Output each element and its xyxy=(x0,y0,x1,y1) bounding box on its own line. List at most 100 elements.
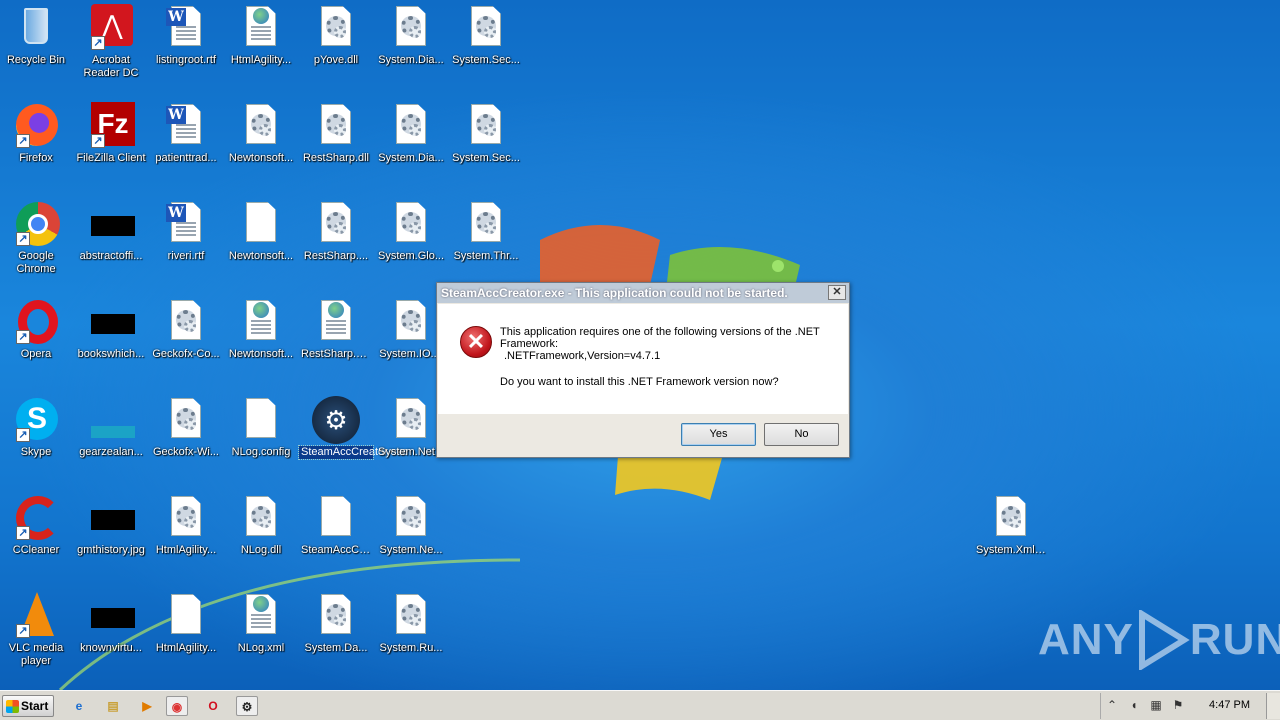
filezilla-image: Fz ↗ xyxy=(87,102,135,150)
desktop-icon-restsharp-dll[interactable]: RestSharp.dll xyxy=(299,102,373,165)
gear-image xyxy=(462,4,510,52)
desktop-icon-htmlagility[interactable]: HtmlAgility... xyxy=(149,494,223,557)
shortcut-arrow-icon: ↗ xyxy=(16,526,30,540)
icon-label: VLC media player xyxy=(8,642,64,667)
no-button[interactable]: No xyxy=(764,423,839,446)
gear-image xyxy=(237,494,285,542)
desktop-icon-acrobat-reader-dc[interactable]: ⋀ ↗ Acrobat Reader DC xyxy=(74,4,148,80)
desktop-icon-nlog-dll[interactable]: NLog.dll xyxy=(224,494,298,557)
icon-label: gearzealan... xyxy=(79,446,143,458)
desktop-icon-opera[interactable]: ↗ Opera xyxy=(0,298,73,361)
media-player-icon[interactable]: ▶ xyxy=(136,696,158,716)
desktop-icon-listingroot-rtf[interactable]: Wlistingroot.rtf xyxy=(149,4,223,67)
ie-icon[interactable]: e xyxy=(68,696,90,716)
gear-image xyxy=(387,494,435,542)
desktop-icon-pyove-dll[interactable]: pYove.dll xyxy=(299,4,373,67)
desktop-icon-newtonsoft[interactable]: Newtonsoft... xyxy=(224,102,298,165)
yes-button[interactable]: Yes xyxy=(681,423,756,446)
icon-label: Firefox xyxy=(19,152,53,164)
desktop-icon-system-da[interactable]: System.Da... xyxy=(299,592,373,655)
desktop-icon-knownvirtu[interactable]: knownvirtu... xyxy=(74,592,148,655)
desktop-icon-google-chrome[interactable]: ↗ Google Chrome xyxy=(0,200,73,276)
desktop-icon-system-xml[interactable]: System.Xml.... xyxy=(974,494,1048,557)
tray-expand-icon[interactable]: ⌃ xyxy=(1105,697,1119,713)
desktop-icon-system-ne[interactable]: System.Ne... xyxy=(374,494,448,557)
file-icon xyxy=(246,202,276,242)
desktop-icon-restsharp[interactable]: RestSharp.... xyxy=(299,200,373,263)
desktop-icon-skype[interactable]: S ↗ Skype xyxy=(0,396,73,459)
desktop-icon-newtonsoft[interactable]: Newtonsoft... xyxy=(224,200,298,263)
gear-image xyxy=(987,494,1035,542)
desktop-icon-steamacccr[interactable]: SteamAccCr... xyxy=(299,494,373,557)
gear-image xyxy=(312,102,360,150)
network-icon[interactable]: ▦ xyxy=(1149,697,1163,713)
steam-icon[interactable]: ⚙ xyxy=(236,696,258,716)
desktop-icon-geckofx-wi[interactable]: Geckofx-Wi... xyxy=(149,396,223,459)
desktop-icon-geckofx-co[interactable]: Geckofx-Co... xyxy=(149,298,223,361)
desktop-icon-patienttrad[interactable]: Wpatienttrad... xyxy=(149,102,223,165)
desktop-icon-htmlagility[interactable]: HtmlAgility... xyxy=(149,592,223,655)
desktop-icon-system-sec[interactable]: System.Sec... xyxy=(449,102,523,165)
icon-label: System.Glo... xyxy=(377,250,445,262)
desktop-icon-abstractoffi[interactable]: abstractoffi... xyxy=(74,200,148,263)
icon-label: System.Ru... xyxy=(379,642,443,654)
desktop-icon-system-dia[interactable]: System.Dia... xyxy=(374,4,448,67)
shortcut-arrow-icon: ↗ xyxy=(91,134,105,148)
desktop-icon-newtonsoft[interactable]: Newtonsoft... xyxy=(224,298,298,361)
error-icon: ✕ xyxy=(460,326,492,358)
gear-image xyxy=(387,200,435,248)
explorer-icon[interactable]: ▤ xyxy=(102,696,124,716)
show-desktop-button[interactable] xyxy=(1266,693,1280,719)
gear-image xyxy=(162,298,210,346)
desktop-icon-steamacccreator-exe[interactable]: ⚙ SteamAccCreator.exe xyxy=(298,396,408,460)
close-button[interactable]: ✕ xyxy=(828,285,846,300)
globe-icon xyxy=(253,302,269,318)
icon-label: riveri.rtf xyxy=(167,250,205,262)
word-icon: W xyxy=(166,8,186,26)
icon-label: NLog.config xyxy=(231,446,291,458)
desktop-icon-ccleaner[interactable]: ↗ CCleaner xyxy=(0,494,73,557)
desktop-icon-system-thr[interactable]: System.Thr... xyxy=(449,200,523,263)
start-button[interactable]: Start xyxy=(2,695,54,717)
dialog-title[interactable]: SteamAccCreator.exe - This application c… xyxy=(437,283,849,303)
desktop-icon-firefox[interactable]: ↗ Firefox xyxy=(0,102,73,165)
desktop-icon-recycle-bin[interactable]: Recycle Bin xyxy=(0,4,73,67)
dialog-body: ✕ This application requires one of the f… xyxy=(438,304,848,414)
icon-label: RestSharp.... xyxy=(303,250,369,262)
desktop-icon-nlog-xml[interactable]: NLog.xml xyxy=(224,592,298,655)
shortcut-arrow-icon: ↗ xyxy=(91,36,105,50)
globe-icon xyxy=(328,302,344,318)
desktop-icon-system-dia[interactable]: System.Dia... xyxy=(374,102,448,165)
gear-image xyxy=(387,396,435,444)
volume-icon[interactable]: ◖ xyxy=(1127,697,1141,713)
blank-image xyxy=(312,494,360,542)
recycle-bin-icon xyxy=(24,8,48,44)
desktop-icon-vlc-media-player[interactable]: ↗ VLC media player xyxy=(0,592,73,668)
icon-label: NLog.xml xyxy=(237,642,285,654)
icon-label: Geckofx-Wi... xyxy=(152,446,219,458)
desktop-icon-bookswhich[interactable]: bookswhich... xyxy=(74,298,148,361)
icon-label: RestSharp.xml xyxy=(301,348,373,360)
firefox-image: ↗ xyxy=(12,102,60,150)
desktop-icon-gmthistory-jpg[interactable]: gmthistory.jpg xyxy=(74,494,148,557)
thumbnail-icon xyxy=(91,426,135,438)
desktop-icon-filezilla-client[interactable]: Fz ↗ FileZilla Client xyxy=(74,102,148,165)
chrome-icon[interactable]: ◉ xyxy=(166,696,188,716)
icon-label: Skype xyxy=(20,446,52,458)
opera-icon[interactable]: O xyxy=(202,696,224,716)
globe-icon xyxy=(253,596,269,612)
desktop-icon-system-glo[interactable]: System.Glo... xyxy=(374,200,448,263)
desktop-icon-restsharp-xml[interactable]: RestSharp.xml xyxy=(299,298,373,361)
message-line3: Do you want to install this .NET Framewo… xyxy=(500,376,779,388)
clock[interactable]: 4:47 PM xyxy=(1209,699,1250,711)
icon-label: Acrobat Reader DC xyxy=(83,54,139,79)
flag-icon[interactable]: ⚑ xyxy=(1171,697,1185,713)
word-icon: W xyxy=(166,106,186,124)
desktop-icon-riveri-rtf[interactable]: Wriveri.rtf xyxy=(149,200,223,263)
desktop-icon-system-ru[interactable]: System.Ru... xyxy=(374,592,448,655)
desktop-icon-system-sec[interactable]: System.Sec... xyxy=(449,4,523,67)
desktop-icon-htmlagility[interactable]: HtmlAgility... xyxy=(224,4,298,67)
icon-label: System.Ne... xyxy=(379,544,443,556)
desktop-icon-nlog-config[interactable]: NLog.config xyxy=(224,396,298,459)
desktop-icon-gearzealan[interactable]: gearzealan... xyxy=(74,396,148,459)
